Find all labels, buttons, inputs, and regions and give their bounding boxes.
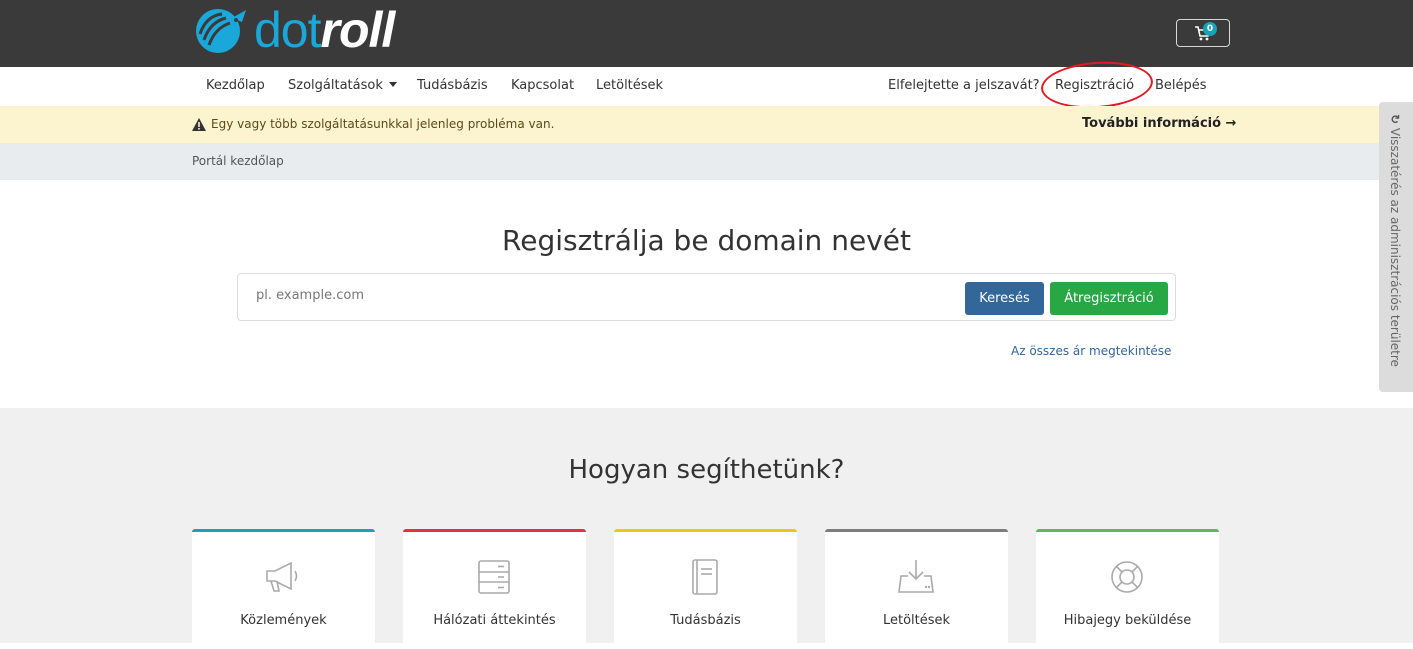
domain-search-box: Keresés Átregisztráció bbox=[237, 273, 1176, 321]
main-nav: Kezdőlap Szolgáltatások Tudásbázis Kapcs… bbox=[0, 67, 1413, 106]
search-button[interactable]: Keresés bbox=[965, 282, 1044, 315]
nav-services[interactable]: Szolgáltatások bbox=[288, 78, 397, 93]
admin-tab-label: Visszatérés az adminisztrációs területre bbox=[1388, 127, 1402, 367]
warning-icon bbox=[192, 117, 206, 131]
card-label: Közlemények bbox=[240, 613, 327, 628]
card-knowledgebase[interactable]: Tudásbázis bbox=[614, 529, 797, 649]
forgot-password-link[interactable]: Elfelejtette a jelszavát? bbox=[888, 78, 1040, 93]
login-link[interactable]: Belépés bbox=[1155, 78, 1207, 93]
armadillo-logo-icon bbox=[196, 9, 246, 53]
breadcrumb: Portál kezdőlap bbox=[0, 143, 1413, 180]
card-label: Hálózati áttekintés bbox=[433, 613, 556, 628]
card-open-ticket[interactable]: Hibajegy beküldése bbox=[1036, 529, 1219, 649]
download-icon bbox=[898, 560, 934, 593]
nav-home[interactable]: Kezdőlap bbox=[206, 78, 265, 93]
card-label: Letöltések bbox=[882, 613, 951, 628]
admin-tab-text: ↻ Visszatérés az adminisztrációs terület… bbox=[1388, 114, 1402, 367]
logo-text: dotroll bbox=[254, 2, 395, 58]
help-title: Hogyan segíthetünk? bbox=[568, 455, 845, 485]
alert-text: Egy vagy több szolgáltatásunkkal jelenle… bbox=[211, 117, 555, 131]
lifebuoy-icon bbox=[1111, 561, 1143, 593]
megaphone-icon bbox=[266, 561, 298, 592]
card-network-status[interactable]: Hálózati áttekintés bbox=[403, 529, 586, 649]
book-icon bbox=[692, 559, 718, 595]
cart-button[interactable]: 0 bbox=[1176, 19, 1230, 47]
card-label: Hibajegy beküldése bbox=[1063, 613, 1192, 628]
alert-message: Egy vagy több szolgáltatásunkkal jelenle… bbox=[192, 117, 554, 131]
help-section: Hogyan segíthetünk? Közlemények Hálózati… bbox=[0, 408, 1413, 649]
nav-knowledgebase[interactable]: Tudásbázis bbox=[417, 78, 488, 93]
server-icon bbox=[478, 560, 510, 594]
return-to-admin-tab[interactable]: ↻ Visszatérés az adminisztrációs terület… bbox=[1379, 102, 1413, 392]
transfer-button[interactable]: Átregisztráció bbox=[1050, 282, 1168, 315]
domain-search-input[interactable] bbox=[256, 288, 936, 303]
domain-title: Regisztrálja be domain nevét bbox=[502, 224, 911, 257]
status-alert: Egy vagy több szolgáltatásunkkal jelenle… bbox=[0, 106, 1413, 143]
card-announcements[interactable]: Közlemények bbox=[192, 529, 375, 649]
more-info-link[interactable]: További információ → bbox=[1082, 116, 1236, 131]
nav-downloads[interactable]: Letöltések bbox=[596, 78, 663, 93]
nav-services-label: Szolgáltatások bbox=[288, 78, 383, 93]
cart-count-badge: 0 bbox=[1203, 22, 1217, 36]
breadcrumb-item: Portál kezdőlap bbox=[192, 154, 284, 168]
caret-down-icon bbox=[388, 82, 397, 87]
nav-contact[interactable]: Kapcsolat bbox=[511, 78, 574, 93]
refresh-icon: ↻ bbox=[1388, 114, 1402, 125]
card-downloads[interactable]: Letöltések bbox=[825, 529, 1008, 649]
brand-bar: dotroll 0 bbox=[0, 0, 1413, 67]
view-all-prices-link[interactable]: Az összes ár megtekintése bbox=[1011, 344, 1171, 358]
logo[interactable]: dotroll bbox=[192, 2, 395, 58]
card-label: Tudásbázis bbox=[670, 613, 741, 628]
